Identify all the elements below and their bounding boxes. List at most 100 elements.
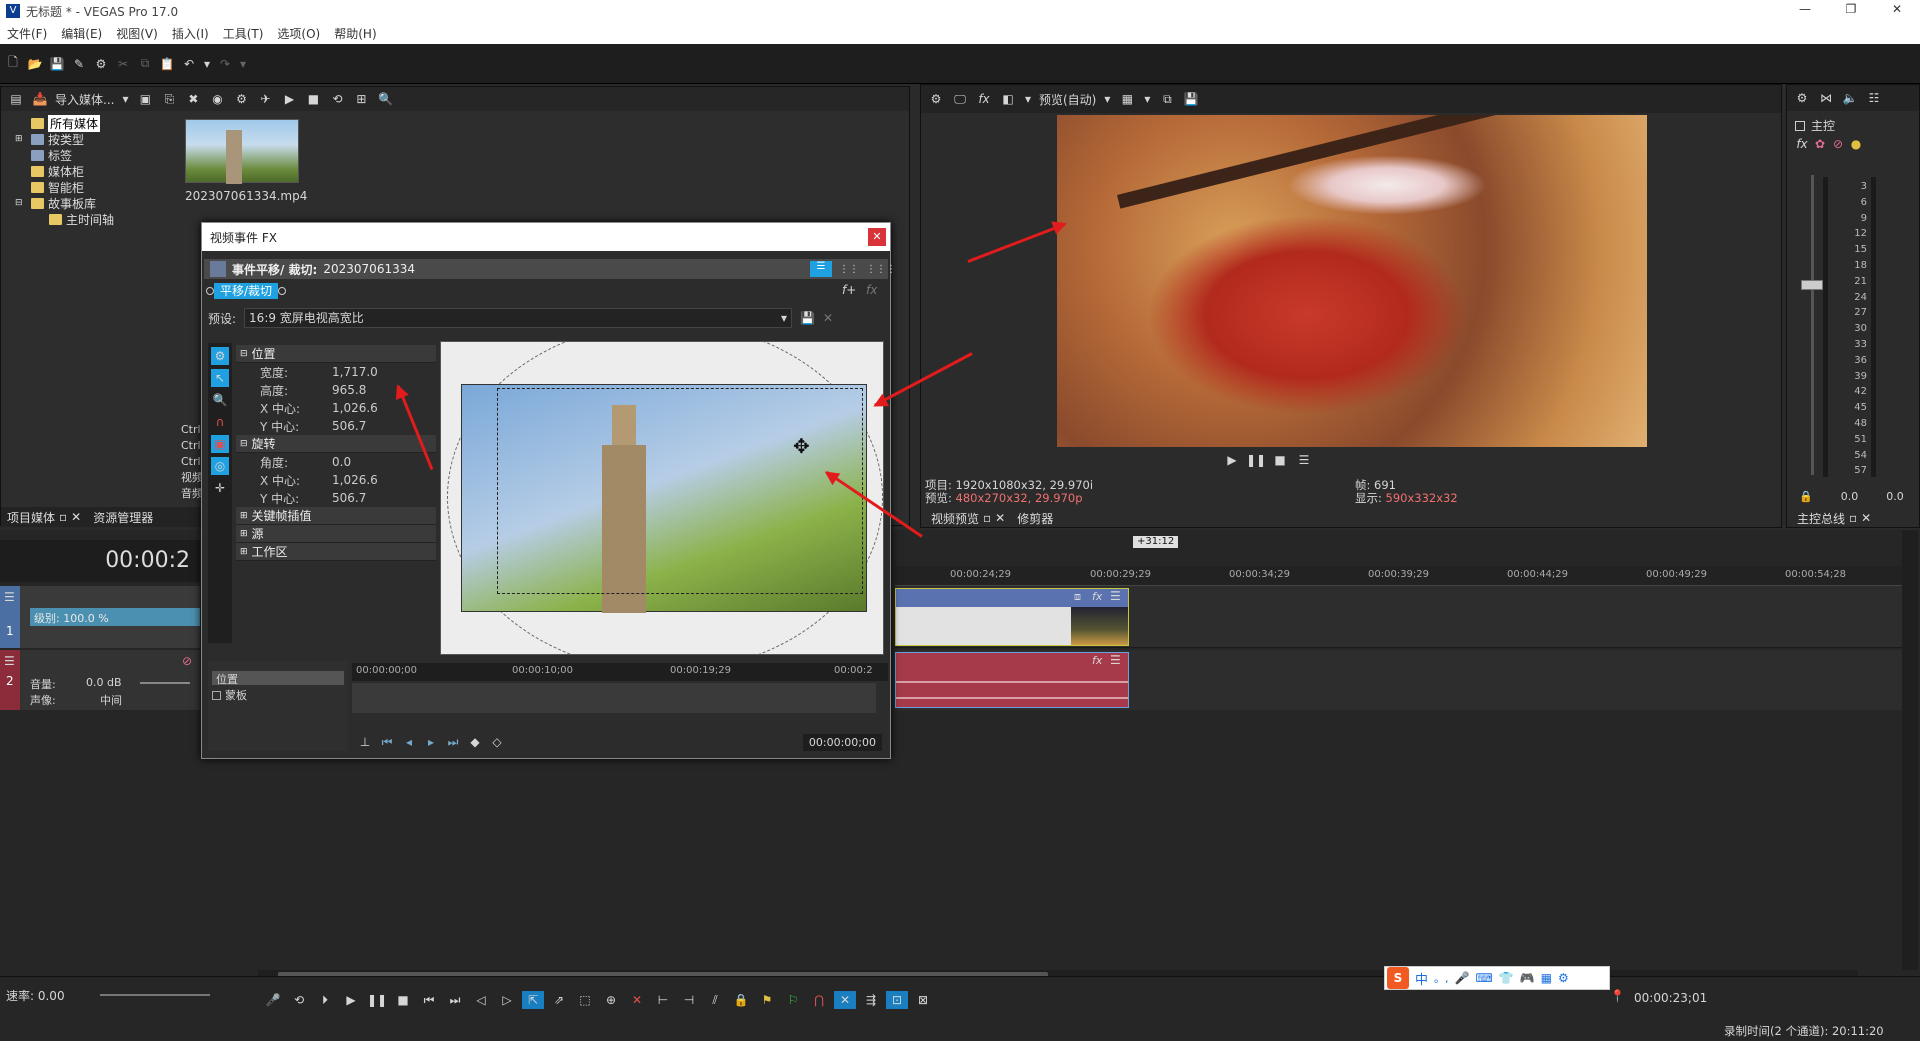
trim-start-icon[interactable]: ⊢ [652, 991, 674, 1009]
tab-video-preview[interactable]: 视频预览 ▫ ✕ [925, 510, 1011, 527]
copy-icon[interactable]: ⧉ [136, 55, 154, 73]
master-settings-icon[interactable]: ⚙ [1793, 89, 1811, 107]
add-fx-icon[interactable]: f+ [842, 283, 856, 297]
media-thumbnail[interactable] [185, 119, 299, 184]
group-workspace[interactable]: ⊞ 工作区 [236, 543, 436, 561]
snap-icon[interactable]: ⋂ [808, 991, 830, 1009]
dropdown-icon[interactable]: ▾ [1023, 90, 1033, 108]
mixer-icon[interactable]: ☷ [1865, 89, 1883, 107]
redo-icon[interactable]: ↷ [216, 55, 234, 73]
lock-aspect-icon[interactable]: ▣ [211, 435, 229, 453]
get-media-icon[interactable]: ⎘ [160, 90, 178, 108]
ime-voice-icon[interactable]: 🎤 [1455, 971, 1470, 985]
mute-icon[interactable]: ⊘ [182, 654, 192, 668]
split-screen-icon[interactable]: ◧ [999, 90, 1017, 108]
play-icon[interactable]: ▶ [340, 991, 362, 1009]
import-media-button[interactable]: 导入媒体... [55, 91, 114, 108]
stop-icon[interactable]: ■ [1269, 451, 1291, 469]
prop-rot-x-center[interactable]: X 中心: 1,026.6 [236, 471, 436, 489]
zoom-icon[interactable]: 🔍 [211, 391, 229, 409]
menu-icon[interactable]: ☰ [1293, 451, 1315, 469]
size-about-center-icon[interactable]: ◎ [211, 457, 229, 475]
group-rotation[interactable]: ⊟ 旋转 [236, 435, 436, 453]
redo-dropdown-icon[interactable]: ▾ [238, 55, 248, 73]
dock-icon[interactable]: ▫ [59, 510, 67, 524]
downmix-icon[interactable]: ⋈ [1817, 89, 1835, 107]
crop-icon[interactable]: ⧈ [1074, 590, 1081, 604]
ime-keyboard-icon[interactable]: ⌨ [1475, 971, 1492, 985]
video-track-header[interactable]: 1 ☰ 级别: 100.0 % [0, 586, 200, 648]
loop-icon[interactable]: ⟲ [328, 90, 346, 108]
first-keyframe-icon[interactable]: ⏮ [378, 733, 396, 751]
move-freely-icon[interactable]: ✛ [211, 479, 229, 497]
ime-game-icon[interactable]: 🎮 [1520, 971, 1535, 985]
stop-icon[interactable]: ■ [304, 90, 322, 108]
media-view-icon[interactable]: ▤ [7, 90, 25, 108]
play-icon[interactable]: ▶ [280, 90, 298, 108]
marker-icon[interactable]: ⚑ [756, 991, 778, 1009]
cut-icon[interactable]: ✂ [114, 55, 132, 73]
fx-icon[interactable]: fx [1795, 135, 1809, 153]
trim-end-icon[interactable]: ⊣ [678, 991, 700, 1009]
track-menu-icon[interactable]: ☰ [4, 654, 15, 668]
lock-icon[interactable]: 🔒 [1799, 490, 1813, 503]
group-position[interactable]: ⊟ 位置 [236, 345, 436, 363]
master-checkbox-icon[interactable] [1795, 120, 1805, 131]
video-event[interactable]: ⧈ fx ☰ [895, 588, 1129, 646]
prop-angle[interactable]: 角度: 0.0 [236, 453, 436, 471]
prop-rot-y-center[interactable]: Y 中心: 506.7 [236, 489, 436, 507]
prev-keyframe-icon[interactable]: ◂ [400, 733, 418, 751]
dropdown-icon[interactable]: ▾ [120, 90, 130, 108]
volume-slider[interactable] [140, 682, 190, 684]
solo-icon[interactable]: ● [1849, 135, 1863, 153]
play-from-start-icon[interactable]: ⏵ [314, 991, 336, 1009]
preset-select[interactable]: 16:9 宽屏电视高宽比 ▾ [244, 308, 793, 328]
tab-trimmer[interactable]: 修剪器 [1011, 510, 1059, 527]
menu-view[interactable]: 视图(V) [109, 25, 165, 42]
menu-tools[interactable]: 工具(T) [216, 25, 271, 42]
device-icon[interactable]: 🖵 [951, 90, 969, 108]
play-icon[interactable]: ▶ [1221, 451, 1243, 469]
menu-insert[interactable]: 插入(I) [165, 25, 216, 42]
normal-edit-icon[interactable]: ↖ [211, 369, 229, 387]
ime-skin-icon[interactable]: 👕 [1499, 971, 1514, 985]
close-tab-icon[interactable]: ✕ [995, 511, 1005, 525]
ime-settings-icon[interactable]: ⚙ [1558, 971, 1569, 985]
media-fx-icon[interactable]: ◉ [208, 90, 226, 108]
lock-icon[interactable]: 🔒 [730, 991, 752, 1009]
preview-quality-select[interactable]: 预览(自动) [1039, 91, 1096, 108]
event-fx-icon[interactable]: fx [1092, 654, 1102, 667]
ime-punct[interactable]: 。, [1434, 970, 1449, 986]
tree-item-all-media[interactable]: 所有媒体 [15, 114, 175, 132]
track-position[interactable]: 位置 [212, 671, 344, 686]
normal-edit-tool-icon[interactable]: ⇱ [522, 991, 544, 1009]
time-ruler[interactable]: 00:00:24;29 00:00:29;29 00:00:34;29 00:0… [895, 566, 1905, 586]
list-view-icon[interactable]: ☰ [810, 261, 832, 277]
close-tab-icon[interactable]: ✕ [1861, 511, 1871, 525]
prop-y-center[interactable]: Y 中心: 506.7 [236, 417, 436, 435]
options-gear-icon[interactable]: ⚙ [211, 347, 229, 365]
ime-logo-icon[interactable]: S [1387, 967, 1409, 989]
new-file-icon[interactable]: 🗋 [4, 55, 22, 73]
zoom-tool-icon[interactable]: ⊕ [600, 991, 622, 1009]
capture-icon[interactable]: ▣ [136, 90, 154, 108]
grid-view-icon[interactable]: ⋮⋮ [838, 264, 860, 275]
menu-options[interactable]: 选项(O) [270, 25, 327, 42]
dock-icon[interactable]: ▫ [1849, 511, 1857, 525]
track-mask[interactable]: 蒙板 [212, 687, 344, 703]
paste-icon[interactable]: 📋 [158, 55, 176, 73]
next-frame-icon[interactable]: ▷ [496, 991, 518, 1009]
zoom-icon[interactable]: 🔍 [376, 90, 394, 108]
event-menu-icon[interactable]: ☰ [1110, 589, 1121, 603]
lock-envelopes-icon[interactable]: ⊡ [886, 991, 908, 1009]
delete-preset-icon[interactable]: ✕ [823, 311, 833, 325]
video-fx-icon[interactable]: fx [975, 90, 993, 108]
crop-frame[interactable] [497, 388, 863, 594]
group-source[interactable]: ⊞ 源 [236, 525, 436, 543]
sync-cursor-icon[interactable]: ⊥ [356, 733, 374, 751]
event-fx-icon[interactable]: fx [1092, 590, 1102, 603]
timeline-vertical-scrollbar[interactable] [1902, 530, 1918, 970]
save-preset-icon[interactable]: 💾 [800, 311, 815, 325]
views-icon[interactable]: ⊞ [352, 90, 370, 108]
delete-keyframe-icon[interactable]: ◇ [488, 733, 506, 751]
